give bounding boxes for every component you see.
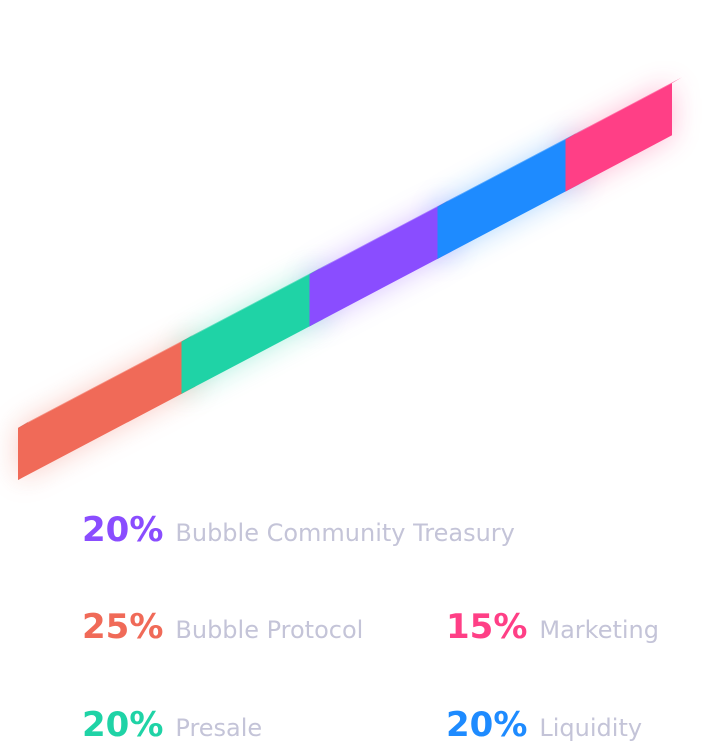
legend-item-treasury: 20% Bubble Community Treasury <box>82 510 515 550</box>
legend-label: Liquidity <box>539 714 643 742</box>
bar-segment-marketing <box>565 77 682 192</box>
bar-front-face <box>18 334 196 480</box>
legend-value: 20% <box>446 705 528 745</box>
legend-item-liquidity: 20% Liquidity <box>446 705 642 745</box>
legend-value: 15% <box>446 607 528 647</box>
legend-label: Marketing <box>539 616 660 644</box>
legend-item-presale: 20% Presale <box>82 705 262 745</box>
legend-label: Presale <box>175 714 263 742</box>
legend-value: 20% <box>82 510 164 550</box>
allocation-chart <box>18 77 682 480</box>
legend-item-protocol: 25% Bubble Protocol <box>82 607 363 647</box>
legend-value: 25% <box>82 607 164 647</box>
bar-front-face <box>565 83 672 192</box>
legend-label: Bubble Community Treasury <box>175 519 515 547</box>
legend-label: Bubble Protocol <box>175 616 364 644</box>
legend-item-marketing: 15% Marketing <box>446 607 659 647</box>
bar-segment-bubble-protocol <box>18 328 206 480</box>
legend-value: 20% <box>82 705 164 745</box>
